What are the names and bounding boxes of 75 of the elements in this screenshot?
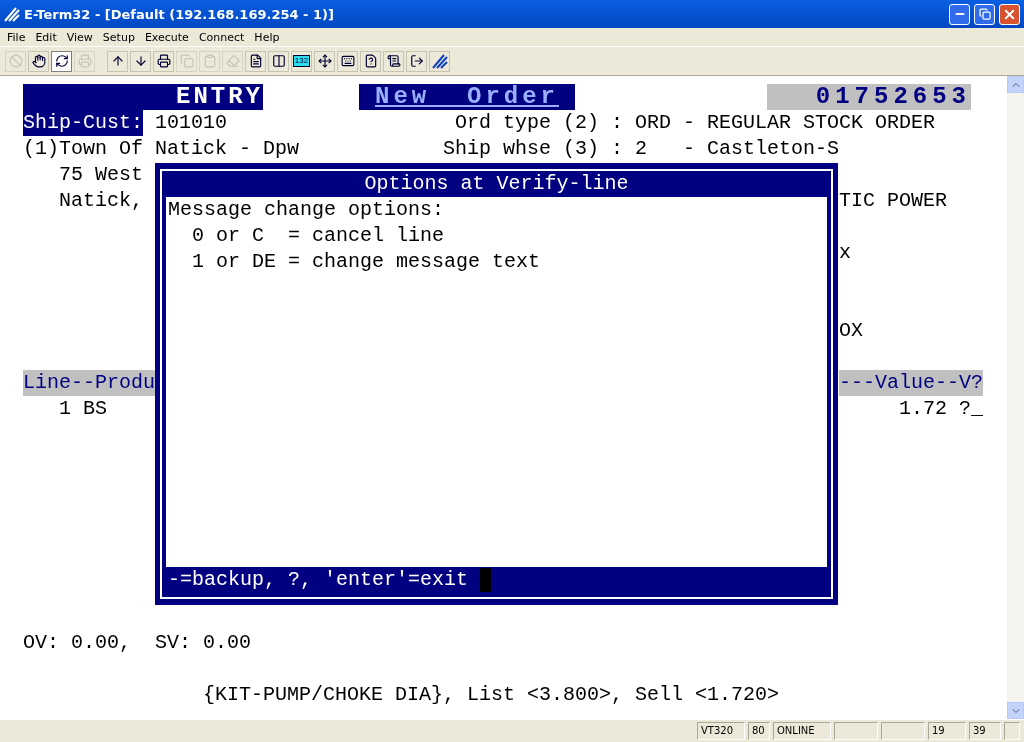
help-icon	[363, 54, 378, 68]
terminal-text: 101010	[155, 110, 227, 136]
eraser-icon	[225, 54, 240, 68]
status-field: 19	[928, 722, 966, 740]
status-field: VT320	[697, 722, 745, 740]
status-field: 80	[748, 722, 770, 740]
terminal-text: x	[839, 240, 851, 266]
paste-icon	[202, 54, 217, 68]
dialog-text: 0 or C = cancel line	[191, 223, 446, 249]
field-label: Ship-Cust:	[23, 110, 143, 136]
restore-button[interactable]	[974, 3, 995, 25]
empty-status-field	[881, 722, 925, 740]
terminal-text: 75 West	[59, 162, 143, 188]
terminal-text: OV: 0.00, SV: 0.00	[23, 630, 251, 656]
toolbar-button[interactable]	[51, 50, 72, 72]
toolbar-button[interactable]	[360, 50, 381, 72]
toolbar-button[interactable]	[337, 50, 358, 72]
dialog-title: Options at Verify-line	[363, 171, 630, 197]
menu-item[interactable]: Setup	[97, 30, 140, 44]
status-field: 39	[969, 722, 1001, 740]
columns-icon	[271, 54, 286, 68]
terminal-text: (1)Town Of Natick - Dpw	[23, 136, 299, 162]
empty-status-field	[1004, 722, 1020, 740]
dialog-text: 1 or DE = change message text	[191, 249, 542, 275]
menu-item[interactable]: Edit	[30, 30, 62, 44]
toolbar-button[interactable]	[383, 50, 404, 72]
terminal-text: TIC POWER	[839, 188, 947, 214]
toolbar-button[interactable]	[130, 50, 151, 72]
page-icon	[248, 54, 263, 68]
copy-icon	[179, 54, 194, 68]
arrows-icon	[54, 54, 69, 68]
toolbar-button[interactable]: 132	[291, 50, 312, 72]
no-entry-icon	[8, 54, 23, 68]
menu-item[interactable]: Help	[249, 30, 285, 44]
menu-item[interactable]: Connect	[193, 30, 250, 44]
toolbar-button[interactable]	[153, 50, 174, 72]
menu-item[interactable]: View	[61, 30, 98, 44]
screen-title: New Order	[359, 84, 575, 110]
hand-icon	[31, 54, 46, 68]
keyboard-icon	[340, 54, 355, 68]
status-field: ONLINE	[773, 722, 831, 740]
column-heading: Line--Produ	[23, 370, 155, 396]
terminal-text: 1.72 ?_	[899, 396, 983, 422]
window-title: E-Term32 - [Default (192.168.169.254 - 1)]	[24, 6, 335, 22]
print-icon	[156, 54, 171, 68]
dialog-text: Message change options:	[167, 197, 446, 223]
terminal-text: Ship whse (3) : 2 - Castleton-S	[443, 136, 839, 162]
logo-icon	[4, 6, 20, 22]
order-number: 01752653	[767, 84, 971, 110]
toolbar-button[interactable]	[429, 50, 450, 72]
terminal-text: BS	[83, 396, 107, 422]
terminal-text: 1	[59, 396, 71, 422]
toolbar-button[interactable]	[28, 50, 49, 72]
toolbar-button[interactable]	[406, 50, 427, 72]
wide-mode-label: 132	[292, 55, 311, 67]
restore-icon	[978, 8, 991, 20]
toolbar-button[interactable]	[245, 50, 266, 72]
menu-item[interactable]: File	[2, 30, 31, 44]
screen-banner: ENTRY	[23, 84, 263, 110]
toolbar-button[interactable]	[314, 50, 335, 72]
toolbar-button[interactable]	[107, 50, 128, 72]
close-button[interactable]	[999, 3, 1020, 25]
terminal-text: Ord type (2) : ORD - REGULAR STOCK ORDER	[455, 110, 935, 136]
terminal-text: Natick,	[59, 188, 143, 214]
dialog-prompt: -=backup, ?, 'enter'=exit	[167, 567, 469, 593]
toolbar-button[interactable]	[268, 50, 289, 72]
move-icon	[317, 54, 332, 68]
menu-item[interactable]: Execute	[139, 30, 194, 44]
empty-status-field	[834, 722, 878, 740]
terminal-text: {KIT-PUMP/CHOKE DIA}, List <3.800>, Sell <1.720>	[203, 682, 779, 708]
logo-icon	[431, 53, 448, 69]
minimize-button[interactable]	[949, 3, 970, 25]
text-cursor	[480, 568, 492, 592]
column-heading: ---Value--V?	[839, 370, 983, 396]
terminal-text: OX	[839, 318, 863, 344]
